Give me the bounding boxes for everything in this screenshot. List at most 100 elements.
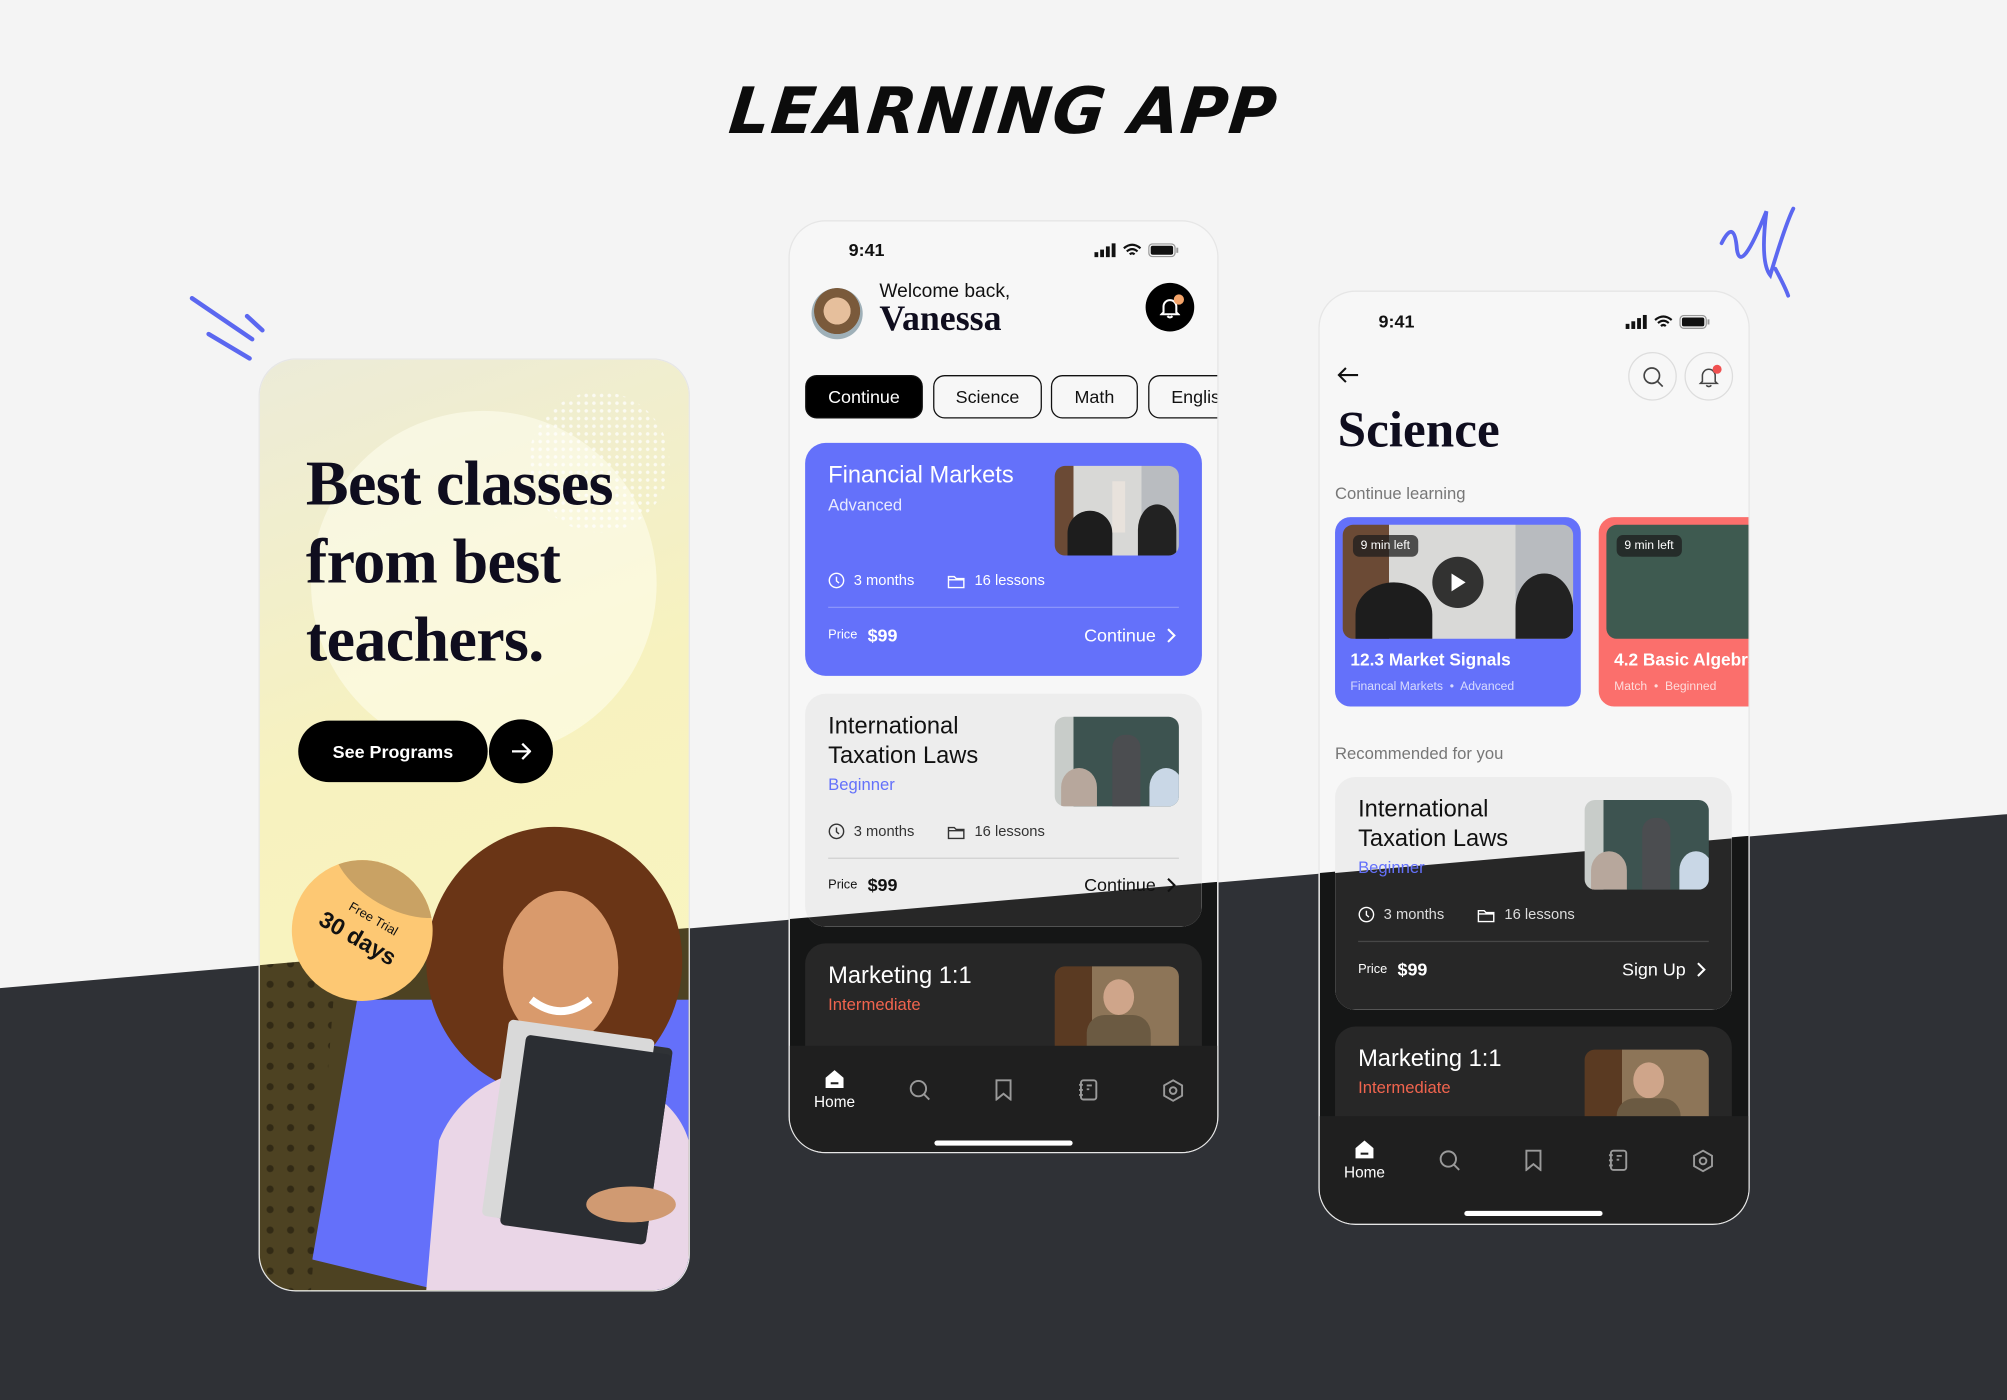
chevron-right-icon [1696, 961, 1706, 978]
course-meta: 3 months 16 lessons [828, 572, 1045, 589]
continue-link[interactable]: Continue [1084, 874, 1176, 895]
divider [1358, 940, 1709, 943]
status-time: 9:41 [1378, 311, 1415, 332]
play-button[interactable] [1432, 556, 1484, 608]
search-icon [1642, 365, 1664, 387]
notebook-icon [1078, 1079, 1098, 1101]
video-level: Advanced [1460, 679, 1515, 694]
signal-icon [1094, 243, 1116, 258]
course-card-international-taxation[interactable]: International Taxation Laws Beginner 3 mo… [1335, 776, 1732, 1010]
settings-icon [1162, 1079, 1184, 1102]
sign-up-link[interactable]: Sign Up [1622, 959, 1706, 979]
wifi-icon [1654, 315, 1673, 329]
bookmark-icon [995, 1079, 1013, 1101]
folder-icon [948, 573, 966, 588]
hero-headline: Best classes from best teachers. [305, 444, 614, 678]
folder-icon [948, 824, 966, 839]
title-line: Taxation Laws [1358, 824, 1509, 852]
nav-notebook[interactable] [1592, 1149, 1643, 1171]
nav-notebook[interactable] [1062, 1079, 1113, 1101]
video-subtitle: Match • Beginned [1614, 679, 1717, 694]
bottom-nav: Home [1319, 1116, 1749, 1224]
home-indicator [1464, 1210, 1603, 1216]
notifications-button[interactable] [1145, 282, 1195, 332]
science-screen: 9:41 Science Continue learning 9 min lef… [1319, 291, 1749, 1224]
time-left-badge: 9 min left [1616, 535, 1682, 557]
clock-icon [828, 823, 845, 840]
nav-search[interactable] [1423, 1149, 1474, 1171]
avatar[interactable] [811, 288, 863, 340]
video-card-basic-algebra[interactable]: 9 min left 4.2 Basic Algebra Match • Beg… [1598, 517, 1749, 707]
search-button[interactable] [1628, 352, 1677, 401]
headline-line: teachers. [305, 602, 544, 675]
battery-icon [1679, 314, 1710, 329]
arrow-right-button[interactable] [488, 719, 553, 784]
nav-label: Home [1343, 1163, 1385, 1182]
nav-home[interactable]: Home [809, 1069, 860, 1111]
title-line: Taxation Laws [828, 741, 979, 768]
video-subtitle: Financal Markets • Advanced [1350, 679, 1515, 694]
price-value: $99 [867, 624, 898, 646]
video-thumbnail: 9 min left [1606, 524, 1749, 639]
play-icon [1449, 572, 1467, 592]
course-title: Marketing 1:1 [828, 961, 972, 989]
nav-search[interactable] [893, 1079, 944, 1101]
continue-link[interactable]: Continue [1084, 625, 1176, 645]
course-card-financial-markets[interactable]: Financial Markets Advanced 3 months 16 le… [805, 442, 1202, 676]
chip-english[interactable]: English [1148, 375, 1218, 419]
continue-learning-label: Continue learning [1335, 483, 1466, 504]
course-level: Beginner [828, 774, 895, 794]
clock-icon [828, 572, 845, 589]
price-label: Price [1358, 961, 1388, 976]
course-thumbnail [1054, 966, 1179, 1056]
video-subject: Financal Markets [1350, 679, 1443, 694]
nav-bookmarks[interactable] [1508, 1149, 1559, 1172]
video-thumbnail: 9 min left [1342, 524, 1574, 639]
nav-home[interactable]: Home [1339, 1139, 1390, 1181]
wifi-icon [1123, 243, 1142, 257]
chip-continue[interactable]: Continue [805, 375, 923, 419]
price-label: Price [828, 877, 858, 892]
chip-science[interactable]: Science [933, 375, 1042, 419]
cta-label: Sign Up [1622, 958, 1686, 980]
decorative-squiggle-icon [1719, 206, 1796, 298]
search-icon [908, 1079, 930, 1101]
headline-line: from best [305, 524, 561, 597]
bottom-nav: Home [789, 1045, 1218, 1152]
home-indicator [934, 1140, 1073, 1146]
back-button[interactable] [1336, 366, 1359, 384]
course-title: International Taxation Laws [1358, 794, 1508, 853]
course-title: Financial Markets [828, 460, 1014, 488]
lessons-text: 16 lessons [974, 823, 1045, 840]
lessons-text: 16 lessons [1504, 906, 1575, 923]
signal-icon [1625, 314, 1648, 329]
video-level: Beginned [1664, 679, 1717, 694]
video-title: 4.2 Basic Algebra [1614, 650, 1749, 670]
notification-dot [1173, 294, 1184, 305]
video-card-market-signals[interactable]: 9 min left 12.3 Market Signals Financal … [1335, 517, 1581, 707]
home-icon [1354, 1139, 1374, 1159]
screen-title: Science [1337, 400, 1500, 459]
home-icon [824, 1069, 844, 1089]
page-title: LEARNING APP [725, 74, 1282, 149]
status-icons [1094, 243, 1179, 258]
status-time: 9:41 [848, 239, 885, 260]
course-thumbnail [1054, 465, 1179, 556]
bookmark-icon [1524, 1149, 1542, 1172]
nav-bookmarks[interactable] [978, 1079, 1029, 1101]
chevron-right-icon [1166, 627, 1176, 644]
status-icons [1625, 314, 1710, 329]
price-label: Price [828, 627, 858, 642]
nav-settings[interactable] [1147, 1079, 1198, 1102]
onboarding-screen: Best classes from best teachers. See Pro… [259, 359, 689, 1291]
notifications-button[interactable] [1684, 352, 1734, 401]
notebook-icon [1608, 1149, 1628, 1171]
nav-settings[interactable] [1677, 1149, 1728, 1173]
chip-math[interactable]: Math [1050, 375, 1138, 419]
price-value: $99 [1397, 958, 1428, 980]
course-card-international-taxation[interactable]: International Taxation Laws Beginner 3 mo… [805, 693, 1202, 927]
nav-label: Home [814, 1093, 856, 1112]
search-icon [1438, 1149, 1460, 1171]
settings-icon [1692, 1149, 1714, 1173]
see-programs-button[interactable]: See Programs [298, 720, 488, 783]
